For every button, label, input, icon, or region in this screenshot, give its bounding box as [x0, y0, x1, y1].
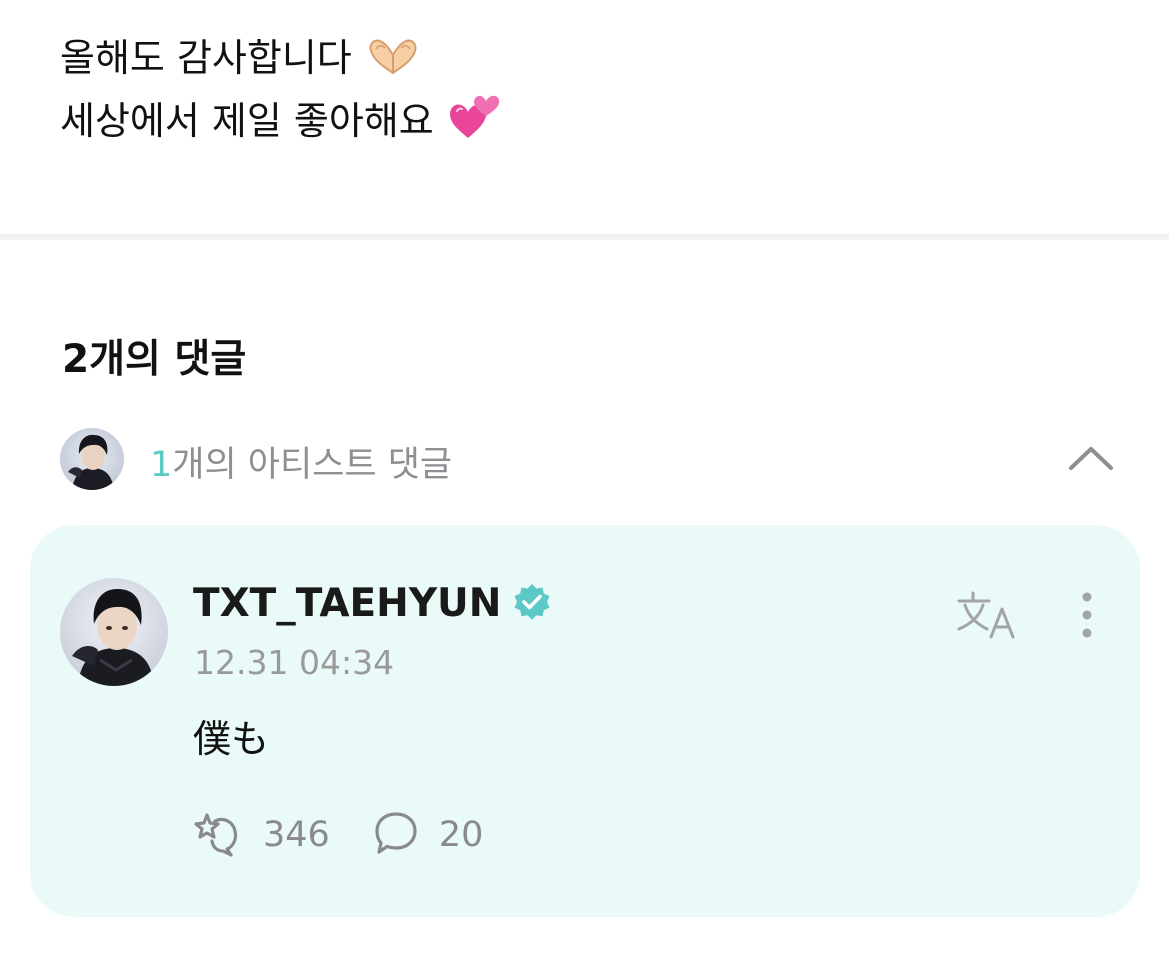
- two-hearts-emoji: [448, 94, 502, 156]
- post-line-1: 올해도 감사합니다: [60, 30, 502, 93]
- comment-text: 僕も: [193, 717, 270, 761]
- heart-hands-emoji: [366, 35, 422, 93]
- artist-comment-summary: 1개의 아티스트 댓글: [150, 436, 452, 487]
- verified-badge-icon: [512, 582, 552, 626]
- author-name[interactable]: TXT_TAEHYUN: [193, 581, 501, 626]
- section-divider: [0, 234, 1169, 240]
- artist-comment-card: TXT_TAEHYUN 12.31 04:34 僕も 346 20: [30, 525, 1140, 917]
- reply-button[interactable]: 20: [373, 810, 484, 860]
- comment-count-heading: 2개의 댓글: [62, 337, 247, 382]
- reply-count: 20: [438, 815, 484, 855]
- post-text-line-1: 올해도 감사합니다: [60, 36, 352, 80]
- chevron-up-icon[interactable]: [1066, 440, 1116, 476]
- comment-timestamp: 12.31 04:34: [194, 643, 395, 682]
- like-count: 346: [263, 815, 330, 855]
- artist-comments-toggle-row[interactable]: 1개의 아티스트 댓글: [60, 428, 1120, 490]
- more-vertical-icon[interactable]: [1074, 591, 1100, 643]
- author-row: TXT_TAEHYUN: [193, 581, 552, 631]
- comment-reactions: 346 20: [193, 809, 521, 859]
- artist-comment-count: 1: [150, 445, 173, 485]
- translate-icon[interactable]: [955, 589, 1019, 641]
- post-detail-screen: 올해도 감사합니다 세상에서 제일 좋아해요 2개의 댓글 1개의 아티스트 댓…: [0, 0, 1169, 960]
- post-text-line-2: 세상에서 제일 좋아해요: [60, 99, 434, 143]
- post-line-2: 세상에서 제일 좋아해요: [60, 93, 502, 156]
- like-button[interactable]: 346: [193, 809, 330, 861]
- artist-avatar-small: [60, 428, 124, 490]
- author-avatar[interactable]: [60, 578, 168, 686]
- reply-icon: [373, 810, 419, 860]
- post-body: 올해도 감사합니다 세상에서 제일 좋아해요: [60, 30, 502, 156]
- like-icon: [193, 809, 243, 861]
- artist-comment-label: 개의 아티스트 댓글: [172, 445, 453, 485]
